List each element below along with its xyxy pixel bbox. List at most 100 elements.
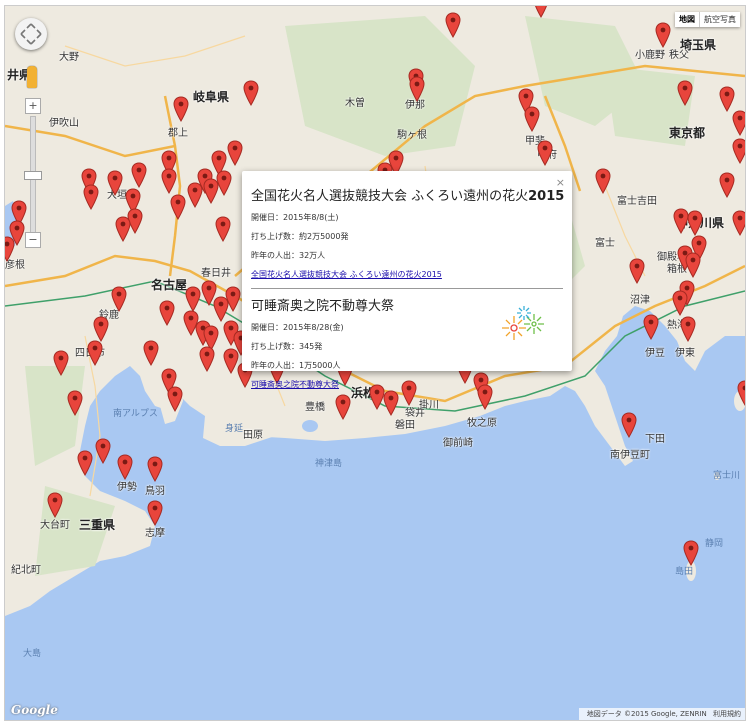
terms-link[interactable]: 利用規約 (713, 710, 741, 718)
map-marker-icon[interactable] (147, 456, 163, 482)
map-marker-icon[interactable] (243, 80, 259, 106)
map-marker-icon[interactable] (199, 346, 215, 372)
zoom-out-button[interactable]: − (25, 232, 41, 248)
map-marker-icon[interactable] (409, 76, 425, 102)
map-marker-icon[interactable] (111, 286, 127, 312)
google-logo[interactable]: Google (11, 703, 58, 717)
map-marker-icon[interactable] (524, 106, 540, 132)
place-label: 牧之原 (467, 418, 497, 429)
place-label: 豊橋 (305, 402, 325, 413)
map-marker-icon[interactable] (335, 394, 351, 420)
map-marker-icon[interactable] (737, 380, 746, 406)
map-marker-icon[interactable] (115, 216, 131, 242)
map-marker-icon[interactable] (95, 438, 111, 464)
place-label: 御前崎 (443, 438, 473, 449)
divider (251, 288, 563, 289)
map-marker-icon[interactable] (53, 350, 69, 376)
event-date: 開催日：2015年8/8(土) (251, 213, 339, 222)
map-marker-icon[interactable] (383, 390, 399, 416)
map-marker-icon[interactable] (719, 172, 735, 198)
map-marker-icon[interactable] (185, 286, 201, 312)
map-marker-icon[interactable] (533, 5, 549, 18)
map-marker-icon[interactable] (167, 386, 183, 412)
map-marker-icon[interactable] (732, 138, 746, 164)
map-marker-icon[interactable] (683, 540, 699, 566)
place-label: 三重県 (79, 518, 116, 532)
map-marker-icon[interactable] (629, 258, 645, 284)
map-marker-icon[interactable] (595, 168, 611, 194)
close-icon[interactable]: × (556, 176, 565, 189)
place-label: 富士川 (713, 471, 741, 481)
zoom-in-button[interactable]: + (25, 98, 41, 114)
map-marker-icon[interactable] (107, 170, 123, 196)
place-label: 郡上 (168, 128, 188, 139)
fireworks-icon (502, 306, 544, 340)
map[interactable]: 岐阜県 埼玉県 東京都 神奈川県 三重県 井県 大野 郡上 秩父 小鹿野 甲府 … (4, 5, 746, 721)
map-type-control: 地図 航空写真 (675, 12, 740, 27)
map-marker-icon[interactable] (161, 168, 177, 194)
place-label: 南伊豆町 (610, 450, 650, 461)
map-marker-icon[interactable] (173, 96, 189, 122)
info-window: × 全国花火名人選抜競技大会 ふくろい遠州の花火2015 開催日：2015年8/… (242, 171, 572, 389)
map-marker-icon[interactable] (227, 140, 243, 166)
map-marker-icon[interactable] (131, 162, 147, 188)
map-marker-icon[interactable] (67, 390, 83, 416)
pan-arrows-icon (20, 23, 42, 45)
map-marker-icon[interactable] (680, 316, 696, 342)
place-label: 南アルプス (113, 409, 158, 419)
map-marker-icon[interactable] (621, 412, 637, 438)
map-type-satellite-button[interactable]: 航空写真 (699, 12, 740, 27)
map-marker-icon[interactable] (143, 340, 159, 366)
place-label: 伊勢 (117, 482, 137, 493)
event-shots: 打ち上げ数：約2万5000発 (251, 232, 349, 241)
map-marker-icon[interactable] (643, 314, 659, 340)
map-marker-icon[interactable] (677, 80, 693, 106)
place-label: 春日井 (201, 268, 231, 279)
place-label: 掛川 (419, 400, 439, 411)
map-marker-icon[interactable] (672, 290, 688, 316)
pegman-icon[interactable] (27, 66, 37, 88)
map-marker-icon[interactable] (445, 12, 461, 38)
place-label: 秩父 (669, 50, 689, 61)
place-label: 大島 (23, 649, 42, 659)
place-label: 田原 (243, 430, 263, 441)
map-marker-icon[interactable] (77, 450, 93, 476)
map-marker-icon[interactable] (47, 492, 63, 518)
map-marker-icon[interactable] (83, 184, 99, 210)
place-label: 伊豆 (645, 348, 665, 359)
place-label: 伊東 (675, 348, 695, 359)
map-marker-icon[interactable] (87, 340, 103, 366)
place-label: 東京都 (669, 126, 706, 140)
place-label: 名古屋 (151, 278, 188, 292)
map-marker-icon[interactable] (687, 210, 703, 236)
place-label: 鳥羽 (145, 486, 165, 497)
map-type-map-button[interactable]: 地図 (675, 12, 699, 27)
map-marker-icon[interactable] (203, 178, 219, 204)
event-title: 全国花火名人選抜競技大会 ふくろい遠州の花火2015 (251, 189, 565, 204)
map-marker-icon[interactable] (170, 194, 186, 220)
place-label: 沼津 (630, 295, 650, 306)
map-marker-icon[interactable] (117, 454, 133, 480)
event-link[interactable]: 可睡斎奥之院不動尊大祭 (251, 379, 563, 390)
map-marker-icon[interactable] (147, 500, 163, 526)
map-marker-icon[interactable] (213, 296, 229, 322)
map-marker-icon[interactable] (159, 300, 175, 326)
map-marker-icon[interactable] (4, 236, 15, 262)
map-marker-icon[interactable] (215, 216, 231, 242)
place-label: 神津島 (315, 459, 343, 469)
pan-control[interactable] (15, 18, 47, 50)
event-attendance: 昨年の人出：1万5000人 (251, 361, 341, 370)
place-label: 富士吉田 (617, 196, 657, 207)
map-marker-icon[interactable] (655, 22, 671, 48)
map-marker-icon[interactable] (732, 110, 746, 136)
place-label: 紀北町 (11, 565, 41, 576)
map-marker-icon[interactable] (187, 182, 203, 208)
map-marker-icon[interactable] (685, 252, 701, 278)
place-label: 木曽 (345, 98, 365, 109)
map-marker-icon[interactable] (719, 86, 735, 112)
event-link[interactable]: 全国花火名人選抜競技大会 ふくろい遠州の花火2015 (251, 269, 563, 280)
map-marker-icon[interactable] (93, 316, 109, 342)
map-marker-icon[interactable] (732, 210, 746, 236)
map-marker-icon[interactable] (537, 140, 553, 166)
zoom-slider-handle[interactable] (24, 171, 42, 180)
